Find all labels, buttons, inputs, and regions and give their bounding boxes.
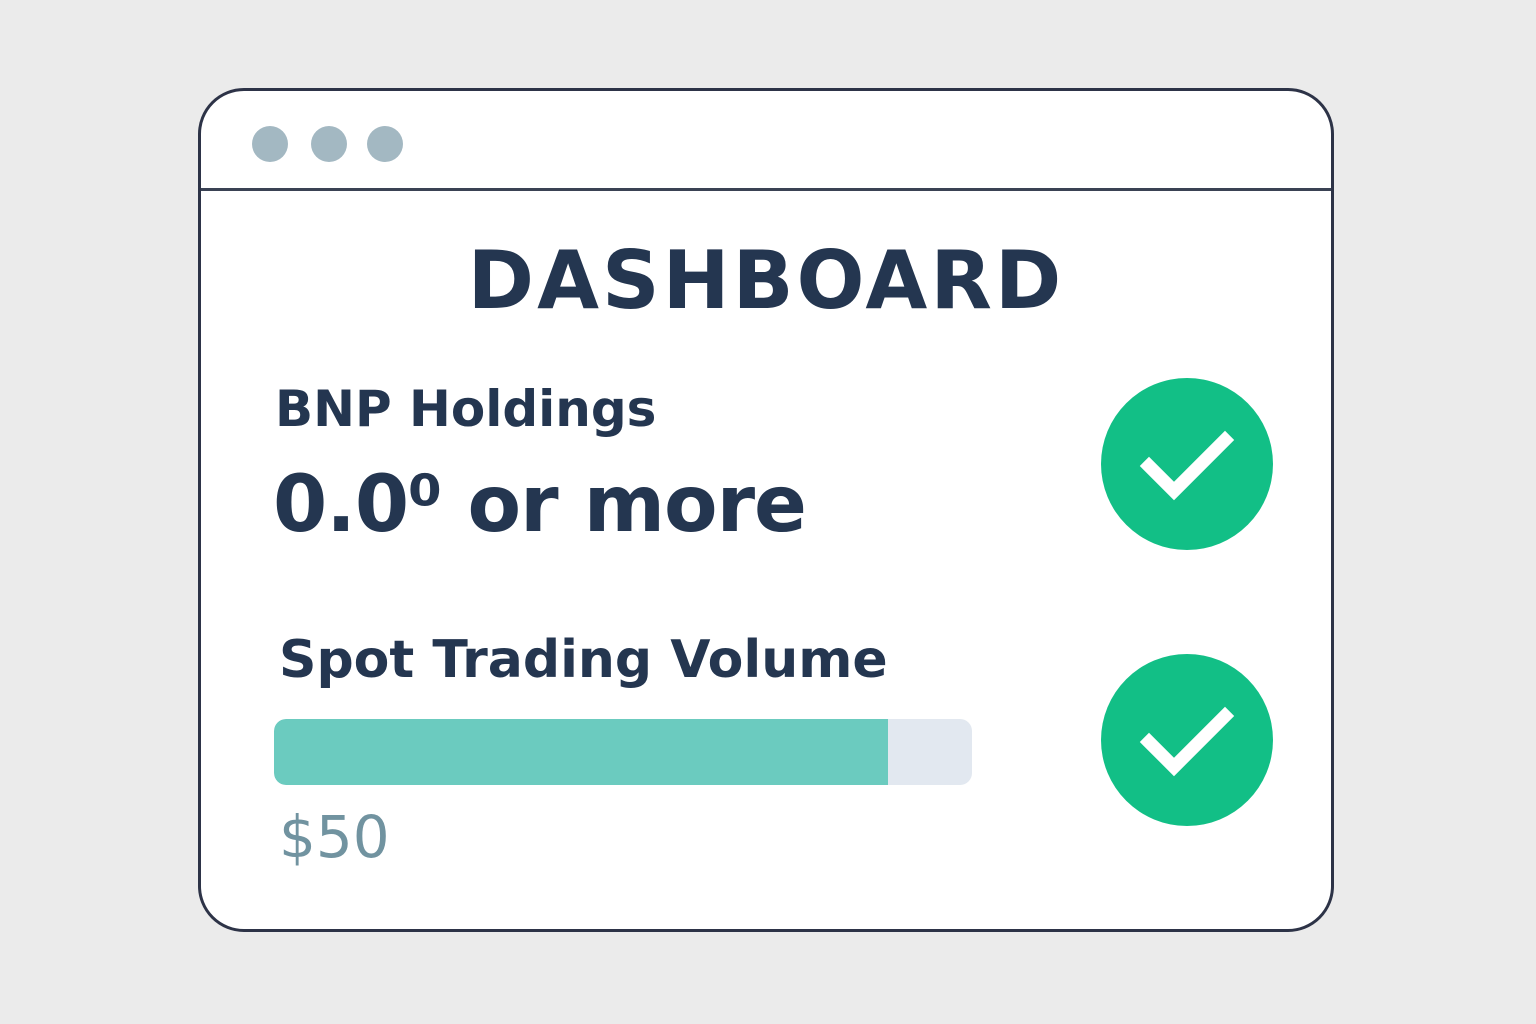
window-titlebar [201, 91, 1331, 191]
spot-volume-progress-bar [274, 719, 972, 785]
spot-volume-label: Spot Trading Volume [279, 630, 888, 690]
holdings-label: BNP Holdings [275, 380, 657, 438]
window-maximize-dot-icon[interactable] [367, 126, 403, 162]
window-minimize-dot-icon[interactable] [311, 126, 347, 162]
spot-volume-checkmark-icon [1101, 654, 1273, 826]
holdings-value: 0.0⁰ or more [273, 460, 807, 550]
holdings-checkmark-icon [1101, 378, 1273, 550]
page-title: DASHBOARD [467, 234, 1065, 327]
spot-volume-amount: $50 [279, 803, 390, 871]
app-window: DASHBOARD BNP Holdings 0.0⁰ or more Spot… [198, 88, 1334, 932]
window-close-dot-icon[interactable] [252, 126, 288, 162]
spot-volume-progress-fill [274, 719, 889, 785]
